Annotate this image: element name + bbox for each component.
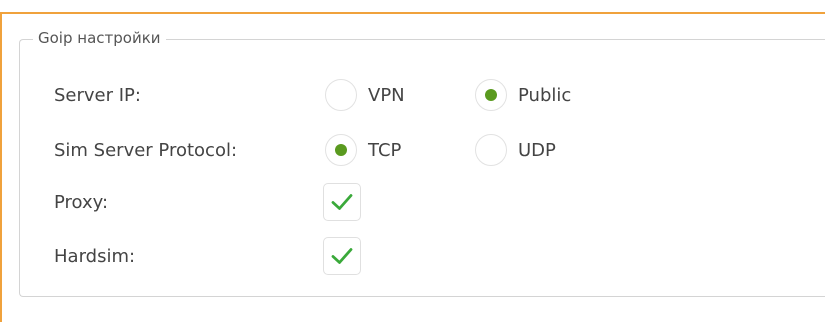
server-ip-vpn-radio[interactable] [325,79,357,111]
radio-selected-dot [335,144,347,156]
server-ip-label: Server IP: [54,84,141,106]
protocol-udp-option[interactable]: UDP [475,131,556,169]
server-ip-vpn-option[interactable]: VPN [325,76,405,114]
server-ip-public-radio[interactable] [475,79,507,111]
protocol-tcp-radio[interactable] [325,134,357,166]
proxy-checkbox[interactable] [323,183,361,221]
server-ip-vpn-label[interactable]: VPN [368,85,405,106]
protocol-udp-radio[interactable] [475,134,507,166]
sim-server-protocol-row: Sim Server Protocol: [54,131,324,169]
proxy-label: Proxy: [54,191,109,213]
server-ip-public-option[interactable]: Public [475,76,571,114]
protocol-tcp-label[interactable]: TCP [368,140,401,161]
hardsim-row: Hardsim: [54,237,324,275]
hardsim-label: Hardsim: [54,245,136,267]
proxy-row: Proxy: [54,183,324,221]
radio-selected-dot [485,89,497,101]
protocol-tcp-option[interactable]: TCP [325,131,401,169]
server-ip-public-label[interactable]: Public [518,85,571,106]
sim-server-protocol-label: Sim Server Protocol: [54,139,238,161]
checkmark-icon [331,248,353,264]
checkmark-icon [331,194,353,210]
protocol-udp-label[interactable]: UDP [518,140,556,161]
server-ip-row: Server IP: [54,76,324,114]
hardsim-checkbox[interactable] [323,237,361,275]
section-title: Goip настройки [33,28,166,48]
